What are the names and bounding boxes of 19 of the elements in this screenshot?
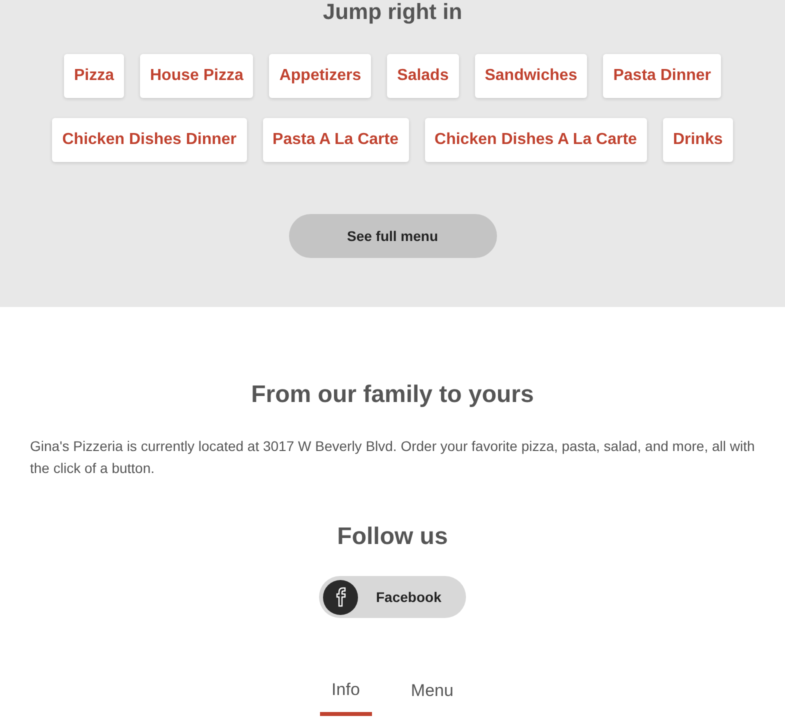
category-chip[interactable]: Chicken Dishes A La Carte	[424, 118, 647, 162]
follow-heading: Follow us	[337, 523, 448, 551]
see-full-menu-button[interactable]: See full menu	[288, 214, 496, 258]
facebook-icon	[323, 580, 358, 614]
category-chip[interactable]: Drinks	[662, 118, 733, 162]
category-chip[interactable]: House Pizza	[140, 54, 254, 98]
category-chip[interactable]: Appetizers	[269, 54, 372, 98]
tab[interactable]: Menu	[398, 678, 466, 716]
category-chip[interactable]: Pizza	[64, 54, 124, 98]
facebook-link[interactable]: Facebook	[319, 576, 466, 618]
category-chip[interactable]: Chicken Dishes Dinner	[52, 118, 247, 162]
category-chip[interactable]: Sandwiches	[474, 54, 588, 98]
category-chip[interactable]: Pasta Dinner	[603, 54, 722, 98]
tab[interactable]: Info	[320, 676, 372, 716]
about-text: Gina's Pizzeria is currently located at 3017 W Beverly Blvd. Order your favorite pizza, pasta, salad, and more, all with the click of a button.	[29, 437, 756, 478]
about-heading: From our family to yours	[251, 381, 534, 409]
section-heading: Jump right in	[322, 0, 462, 24]
category-chip[interactable]: Pasta A La Carte	[262, 118, 409, 162]
category-chip[interactable]: Salads	[387, 54, 459, 98]
